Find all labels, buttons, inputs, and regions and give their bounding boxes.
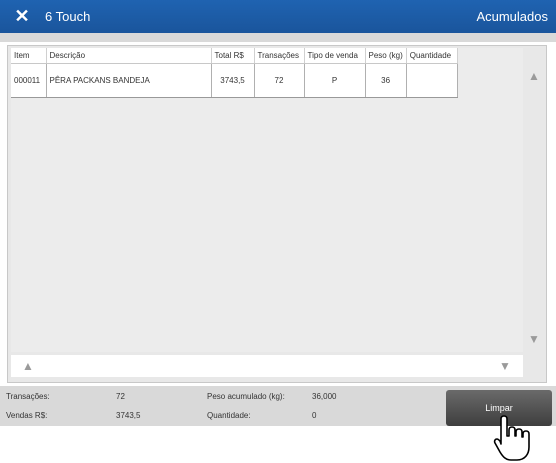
peso-label: Peso acumulado (kg):: [207, 392, 285, 401]
col-transacoes: Transações: [254, 48, 305, 64]
peso-value: 36,000: [312, 392, 337, 401]
title-bar: ✕ 6 Touch Acumulados: [0, 0, 556, 33]
hand-pointer-icon: [493, 415, 530, 461]
cell-transacoes: 72: [254, 63, 305, 98]
scroll-down-right-icon[interactable]: ▼: [497, 358, 513, 374]
vendas-value: 3743,5: [116, 411, 141, 420]
quantidade-value: 0: [312, 411, 317, 420]
cell-peso: 36: [365, 63, 407, 98]
col-quantidade: Quantidade: [406, 48, 458, 64]
app-title: 6 Touch: [45, 9, 91, 24]
cell-total: 3743,5: [211, 63, 255, 98]
col-item: Item: [11, 48, 47, 64]
col-tipo-venda: Tipo de venda: [304, 48, 366, 64]
col-descricao: Descrição: [46, 48, 212, 64]
close-icon[interactable]: ✕: [12, 6, 32, 26]
quantidade-label: Quantidade:: [207, 411, 251, 420]
vendas-label: Vendas R$:: [6, 411, 48, 420]
cell-quantidade: [406, 63, 458, 98]
window-label: Acumulados: [476, 9, 548, 24]
scroll-up-icon[interactable]: ▲: [526, 68, 542, 84]
scroll-up-left-icon[interactable]: ▲: [20, 358, 36, 374]
data-grid: Item Descrição Total R$ Transações Tipo …: [11, 48, 523, 352]
vertical-scrollbar[interactable]: ▲ ▼: [522, 46, 546, 364]
col-total: Total R$: [211, 48, 255, 64]
col-peso: Peso (kg): [365, 48, 407, 64]
cell-descricao: PÊRA PACKANS BANDEJA: [46, 63, 212, 98]
scroll-down-icon[interactable]: ▼: [526, 331, 542, 347]
cell-tipo-venda: P: [304, 63, 366, 98]
accumulated-table: Item Descrição Total R$ Transações Tipo …: [11, 48, 458, 98]
transacoes-label: Transações:: [6, 392, 50, 401]
table-row[interactable]: 000011 PÊRA PACKANS BANDEJA 3743,5 72 P …: [11, 63, 458, 98]
transacoes-value: 72: [116, 392, 125, 401]
horizontal-scrollbar[interactable]: ▲ ▼: [11, 355, 523, 377]
cell-item: 000011: [11, 63, 47, 98]
toolbar-strip: [0, 33, 556, 42]
grid-panel: Item Descrição Total R$ Transações Tipo …: [7, 45, 547, 383]
